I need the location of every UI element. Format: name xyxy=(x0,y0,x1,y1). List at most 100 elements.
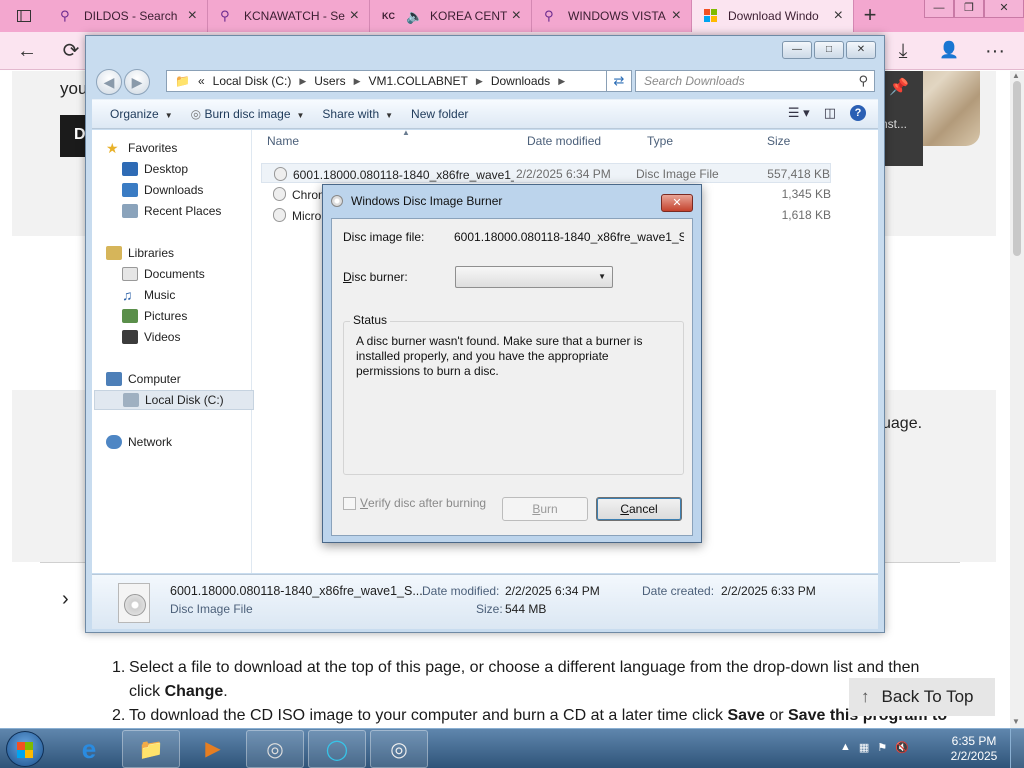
disc-burner-dropdown[interactable]: ▼ xyxy=(455,266,613,288)
nav-label: Network xyxy=(128,435,173,449)
disc-image-taskbar-button[interactable]: ◎ xyxy=(370,730,428,768)
breadcrumb-user[interactable]: VM1.COLLABNET xyxy=(369,74,468,88)
nav-computer[interactable]: Computer xyxy=(106,369,266,389)
tab-actions-button[interactable] xyxy=(0,0,48,32)
file-name: Micro xyxy=(292,209,322,223)
breadcrumb-arrow-icon[interactable]: ▶ xyxy=(354,76,361,87)
close-tab-icon[interactable]: × xyxy=(512,7,521,25)
more-menu-button[interactable]: ··· xyxy=(982,38,1008,64)
browser-tab-2[interactable]: ⚲ KCNAWATCH - Se × xyxy=(208,0,370,32)
edge-browser-taskbar-button[interactable]: ◯ xyxy=(308,730,366,768)
status-message: A disc burner wasn't found. Make sure th… xyxy=(356,334,643,378)
button-label: ancel xyxy=(628,502,658,516)
dialog-close-button[interactable]: ✕ xyxy=(661,194,693,212)
restore-button[interactable]: ❐ xyxy=(954,0,984,18)
close-tab-icon[interactable]: × xyxy=(672,7,681,25)
file-row[interactable]: 6001.18000.080118-1840_x86fre_wave1_Se..… xyxy=(261,163,831,183)
search-input[interactable]: Search Downloads ⚲ xyxy=(635,70,875,92)
column-header-date[interactable]: Date modified xyxy=(527,134,601,148)
help-icon[interactable]: ? xyxy=(850,105,866,121)
breadcrumb-downloads[interactable]: Downloads xyxy=(491,74,550,88)
refresh-folder-button[interactable]: ⇄ xyxy=(606,70,632,92)
disc-burner-taskbar-button[interactable]: ◎ xyxy=(246,730,304,768)
nav-label: Local Disk (C:) xyxy=(145,393,224,407)
close-tab-icon[interactable]: × xyxy=(834,7,843,25)
breadcrumb-arrow-icon[interactable]: ▶ xyxy=(476,76,483,87)
nav-libraries[interactable]: Libraries xyxy=(106,243,266,263)
minimize-button[interactable]: — xyxy=(924,0,954,18)
disc-image-file-value: 6001.18000.080118-1840_x86fre_wave1_Serv… xyxy=(454,230,684,244)
page-text-fragment: you xyxy=(60,79,88,98)
file-date: 2/2/2025 6:34 PM xyxy=(516,167,611,181)
browser-tab-5-active[interactable]: Download Windo × xyxy=(692,0,854,32)
volume-muted-icon[interactable]: 🔇 xyxy=(895,741,909,754)
scrollbar-thumb[interactable] xyxy=(1013,81,1021,256)
search-icon[interactable]: ⚲ xyxy=(858,73,868,89)
show-desktop-button[interactable] xyxy=(1010,729,1024,768)
pictures-icon xyxy=(122,309,138,323)
windows-explorer-taskbar-button[interactable]: 📁 xyxy=(122,730,180,768)
list-item: 2. To download the CD ISO image to your c… xyxy=(112,704,962,728)
refresh-button[interactable]: ⟳ xyxy=(58,38,84,64)
close-window-button[interactable]: ✕ xyxy=(984,0,1024,18)
internet-explorer-icon[interactable]: e xyxy=(60,730,118,768)
profile-button[interactable]: 👤 xyxy=(936,38,962,64)
system-clock[interactable]: 6:35 PM 2/2/2025 xyxy=(944,734,1004,764)
browser-tab-4[interactable]: ⚲ WINDOWS VISTA × xyxy=(532,0,692,32)
page-scrollbar[interactable]: ▲ ▼ xyxy=(1010,71,1024,728)
file-size: 557,418 KB xyxy=(767,167,830,181)
tray-expand-icon[interactable]: ▲ xyxy=(840,741,851,754)
action-center-flag-icon[interactable]: ⚑ xyxy=(877,741,887,754)
breadcrumb-users[interactable]: Users xyxy=(314,74,345,88)
browser-tab-3[interactable]: KC 🔈 KOREA CENT × xyxy=(370,0,532,32)
new-folder-button[interactable]: New folder xyxy=(411,107,468,121)
explorer-maximize-button[interactable]: □ xyxy=(814,41,844,59)
close-tab-icon[interactable]: × xyxy=(188,7,197,25)
back-to-top-button[interactable]: ↑ Back To Top xyxy=(849,678,995,716)
expand-chevron-icon[interactable]: › xyxy=(62,588,69,611)
sound-icon[interactable]: 🔈 xyxy=(406,9,423,23)
media-player-icon[interactable]: ▶ xyxy=(184,730,242,768)
page-dark-button[interactable]: D xyxy=(60,115,88,157)
cancel-button[interactable]: Cancel xyxy=(596,497,682,521)
explorer-minimize-button[interactable]: — xyxy=(782,41,812,59)
column-header-size[interactable]: Size xyxy=(767,134,790,148)
new-tab-button[interactable]: + xyxy=(856,4,884,28)
scroll-up-icon[interactable]: ▲ xyxy=(1012,71,1020,80)
address-bar[interactable]: 📁 « Local Disk (C:) ▶ Users ▶ VM1.COLLAB… xyxy=(166,70,628,92)
browser-tab-1[interactable]: ⚲ DILDOS - Search × xyxy=(48,0,208,32)
nav-favorites[interactable]: ★ Favorites xyxy=(106,138,266,158)
chevron-down-icon: ▼ xyxy=(385,111,394,120)
disc-image-icon xyxy=(118,583,150,623)
column-header-type[interactable]: Type xyxy=(647,134,673,148)
back-button[interactable]: ← xyxy=(14,38,40,64)
windows-logo-icon xyxy=(704,9,717,22)
scroll-down-icon[interactable]: ▼ xyxy=(1012,717,1020,726)
forward-nav-button[interactable]: ▶ xyxy=(124,69,150,95)
search-icon: ⚲ xyxy=(220,8,230,23)
network-tray-icon[interactable]: ▦ xyxy=(859,741,869,754)
breadcrumb-arrow-icon[interactable]: ▶ xyxy=(299,76,306,87)
share-with-menu[interactable]: Share with ▼ xyxy=(322,107,393,121)
nav-local-disk[interactable]: Local Disk (C:) xyxy=(94,390,254,410)
details-created: 2/2/2025 6:33 PM xyxy=(721,584,816,598)
verify-disc-checkbox[interactable]: Verify disc after burning xyxy=(343,496,486,510)
explorer-close-button[interactable]: ✕ xyxy=(846,41,876,59)
checkbox-box[interactable] xyxy=(343,496,356,510)
downloads-button[interactable]: ⤓ xyxy=(890,38,916,64)
column-header-name[interactable]: Name ▲ xyxy=(267,128,410,148)
breadcrumb-local-disk[interactable]: Local Disk (C:) xyxy=(213,74,292,88)
dialog-title-bar[interactable]: Windows Disc Image Burner xyxy=(331,194,502,208)
preview-pane-icon[interactable]: ◫ xyxy=(824,105,836,121)
organize-menu[interactable]: Organize ▼ xyxy=(110,107,173,121)
burn-button[interactable]: Burn xyxy=(502,497,588,521)
close-tab-icon[interactable]: × xyxy=(350,7,359,25)
start-button[interactable] xyxy=(6,731,44,767)
pin-icon[interactable]: 📌 xyxy=(889,77,909,97)
nav-network[interactable]: Network xyxy=(106,432,266,452)
burn-disc-image-button[interactable]: ◎ Burn disc image ▼ xyxy=(191,107,305,121)
view-options-icon[interactable]: ☰ ▾ xyxy=(788,105,810,121)
address-prefix[interactable]: « xyxy=(198,74,205,88)
back-nav-button[interactable]: ◀ xyxy=(96,69,122,95)
breadcrumb-arrow-icon[interactable]: ▶ xyxy=(558,76,565,87)
